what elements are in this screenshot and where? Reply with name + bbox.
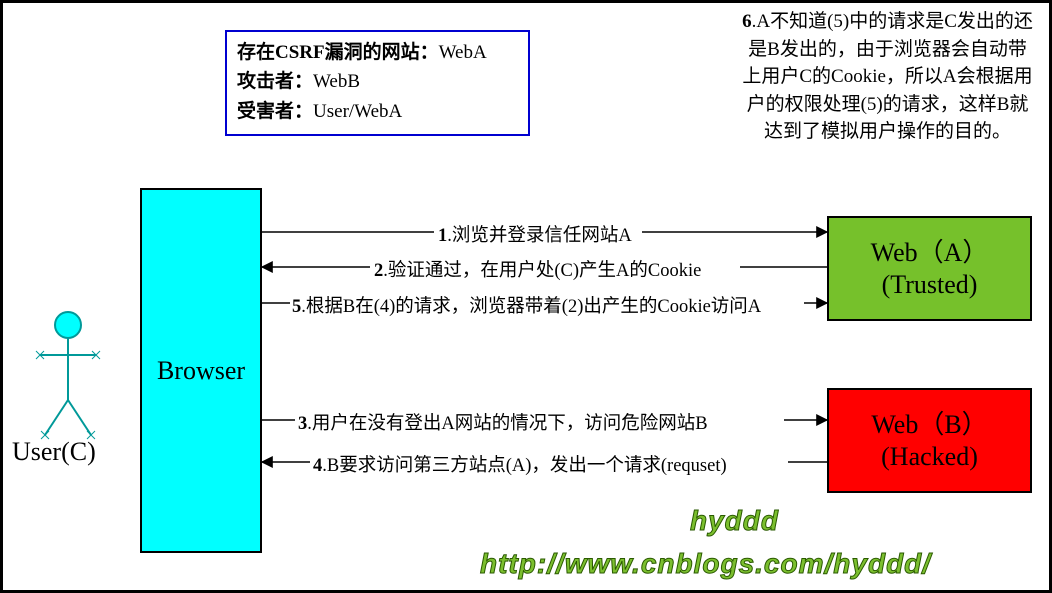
- arrow1-label: 1.浏览并登录信任网站A: [438, 221, 632, 247]
- user-label: User(C): [12, 437, 96, 467]
- legend-val: User/WebA: [313, 101, 402, 122]
- web-a-node: Web（A） (Trusted): [827, 216, 1032, 321]
- note6-text: .A不知道(5)中的请求是C发出的还是B发出的，由于浏览器会自动带上用户C的Co…: [742, 11, 1033, 142]
- web-b-node: Web（B） (Hacked): [827, 388, 1032, 493]
- step6-note: 6.A不知道(5)中的请求是C发出的还是B发出的，由于浏览器会自动带上用户C的C…: [740, 8, 1035, 146]
- arrow3-label: 3.用户在没有登出A网站的情况下，访问危险网站B: [298, 409, 708, 435]
- legend-val: WebA: [439, 42, 487, 63]
- step-num: 5: [292, 297, 301, 317]
- legend-line: 受害者：User/WebA: [237, 97, 518, 126]
- step-text: .用户在没有登出A网站的情况下，访问危险网站B: [307, 414, 707, 434]
- arrow5-label: 5.根据B在(4)的请求，浏览器带着(2)出产生的Cookie访问A: [292, 292, 761, 318]
- web-a-subtitle: (Trusted): [882, 269, 978, 300]
- legend-box: 存在CSRF漏洞的网站：WebA 攻击者：WebB 受害者：User/WebA: [225, 30, 530, 136]
- step-text: .B要求访问第三方站点(A)，发出一个请求(requset): [322, 456, 726, 476]
- browser-label: Browser: [157, 356, 245, 386]
- watermark-url: http://www.cnblogs.com/hyddd/: [480, 548, 931, 580]
- legend-key: 攻击者：: [237, 71, 313, 92]
- step-num: 2: [374, 261, 383, 281]
- step-text: .验证通过，在用户处(C)产生A的Cookie: [383, 261, 701, 281]
- step-num: 4: [313, 456, 322, 476]
- step-num: 1: [438, 226, 447, 246]
- step-text: .根据B在(4)的请求，浏览器带着(2)出产生的Cookie访问A: [301, 297, 761, 317]
- legend-key: 受害者：: [237, 101, 313, 122]
- step-num: 3: [298, 414, 307, 434]
- arrow2-label: 2.验证通过，在用户处(C)产生A的Cookie: [374, 256, 701, 282]
- web-a-title: Web（A）: [871, 237, 989, 268]
- web-b-subtitle: (Hacked): [881, 441, 978, 472]
- legend-key: 存在CSRF漏洞的网站：: [237, 42, 439, 63]
- legend-line: 存在CSRF漏洞的网站：WebA: [237, 38, 518, 67]
- step-text: .浏览并登录信任网站A: [447, 226, 632, 246]
- browser-node: Browser: [140, 188, 262, 553]
- web-b-title: Web（B）: [871, 409, 987, 440]
- arrow4-label: 4.B要求访问第三方站点(A)，发出一个请求(requset): [313, 451, 727, 477]
- watermark-name: hyddd: [690, 505, 779, 537]
- legend-line: 攻击者：WebB: [237, 67, 518, 96]
- legend-val: WebB: [313, 71, 360, 92]
